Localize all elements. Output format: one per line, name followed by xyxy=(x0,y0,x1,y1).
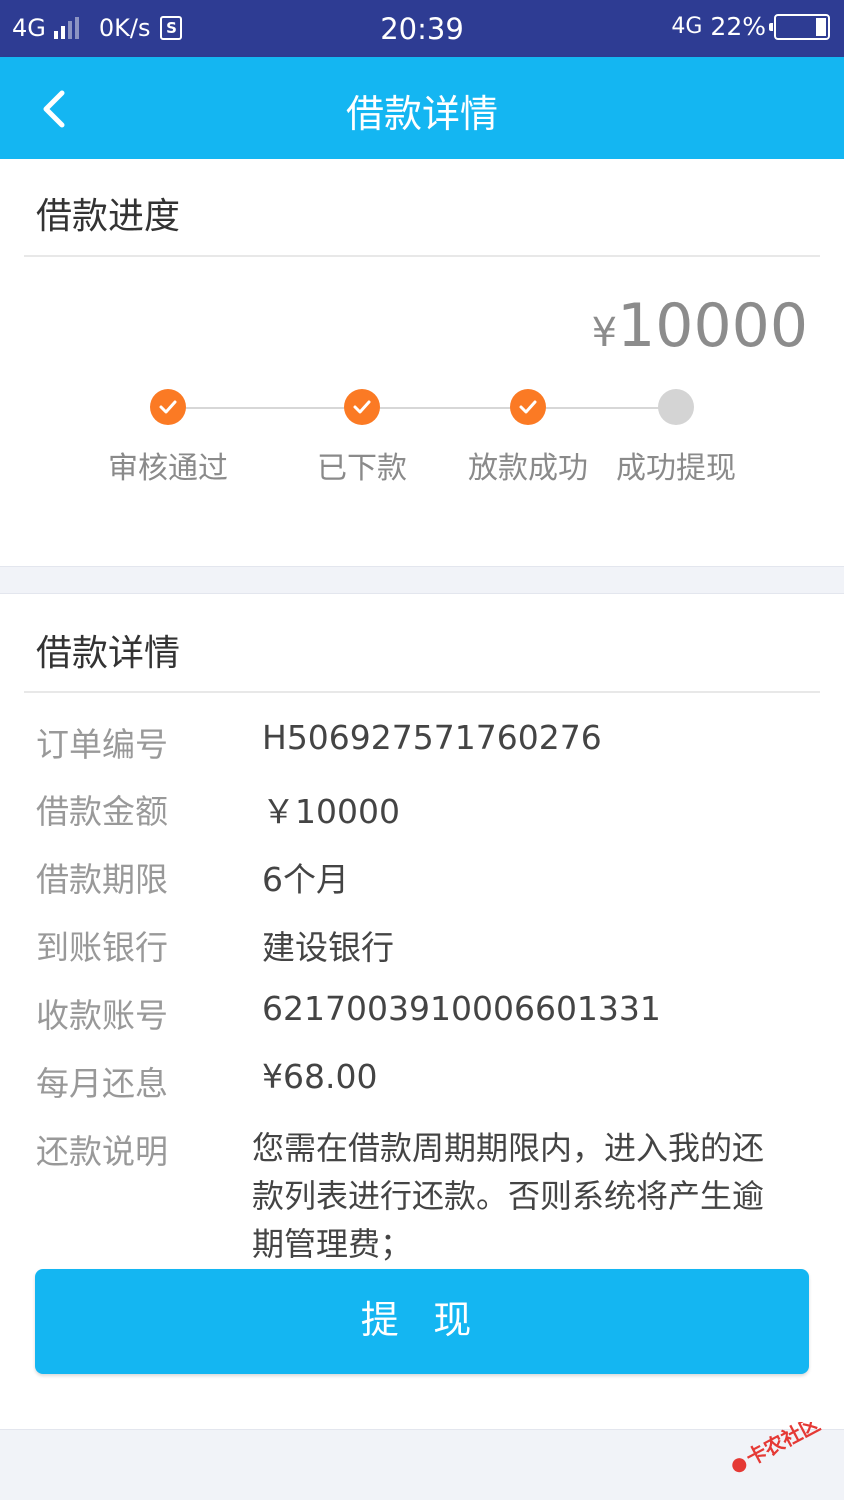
currency-symbol: ¥ xyxy=(591,310,618,356)
progress-track xyxy=(168,407,676,409)
status-bar: 4G 0K/s S 20:39 4G 22% xyxy=(0,0,844,57)
loan-term-label: 借款期限 xyxy=(36,860,168,899)
repayment-note-value: 您需在借款周期期限内，进入我的还款列表进行还款。否则系统将产生逾期管理费； xyxy=(252,1129,765,1263)
step-label-4: 成功提现 xyxy=(616,451,736,486)
network-type-right: 4G xyxy=(671,14,703,39)
monthly-interest-label: 每月还息 xyxy=(36,1064,168,1103)
bank-label: 到账银行 xyxy=(36,928,168,967)
order-number-value: H506927571760276 xyxy=(262,718,602,757)
progress-section: 借款进度 ¥10000 审核通过 已下款 放款成功 成功提现 xyxy=(0,159,844,567)
status-right: 4G 22% xyxy=(671,12,830,41)
divider xyxy=(24,691,820,693)
step-4-pending-dot xyxy=(658,389,694,425)
step-1-check-icon xyxy=(150,389,186,425)
loan-amount-label: 借款金额 xyxy=(36,792,168,831)
order-number-label: 订单编号 xyxy=(36,725,168,764)
account-number-value: 6217003910006601331 xyxy=(262,989,661,1028)
nav-bar: 借款详情 xyxy=(0,57,844,159)
battery-icon xyxy=(769,13,830,40)
svg-text:卡农社区: 卡农社区 xyxy=(742,1422,824,1470)
step-label-1: 审核通过 xyxy=(108,451,228,486)
amount-value: 10000 xyxy=(617,291,808,361)
page-title: 借款详情 xyxy=(345,92,498,136)
bank-value: 建设银行 xyxy=(262,928,394,967)
withdraw-button[interactable]: 提 现 xyxy=(35,1269,809,1374)
divider xyxy=(24,255,820,257)
step-2-check-icon xyxy=(344,389,380,425)
progress-section-title: 借款进度 xyxy=(36,196,181,237)
loan-term-value: 6个月 xyxy=(262,860,349,899)
detail-section: 借款详情 订单编号 H506927571760276 借款金额 ￥10000 借… xyxy=(0,593,844,1430)
account-number-label: 收款账号 xyxy=(36,996,168,1035)
detail-section-title: 借款详情 xyxy=(36,633,181,674)
monthly-interest-value: ¥68.00 xyxy=(262,1057,378,1096)
battery-percent: 22% xyxy=(710,12,766,41)
loan-amount: ¥10000 xyxy=(592,291,808,361)
step-label-2: 已下款 xyxy=(317,451,407,486)
step-3-check-icon xyxy=(510,389,546,425)
watermark-logo: 卡农社区 xyxy=(726,1411,836,1482)
loan-amount-value: ￥10000 xyxy=(262,792,400,831)
repayment-note-label: 还款说明 xyxy=(36,1132,168,1171)
